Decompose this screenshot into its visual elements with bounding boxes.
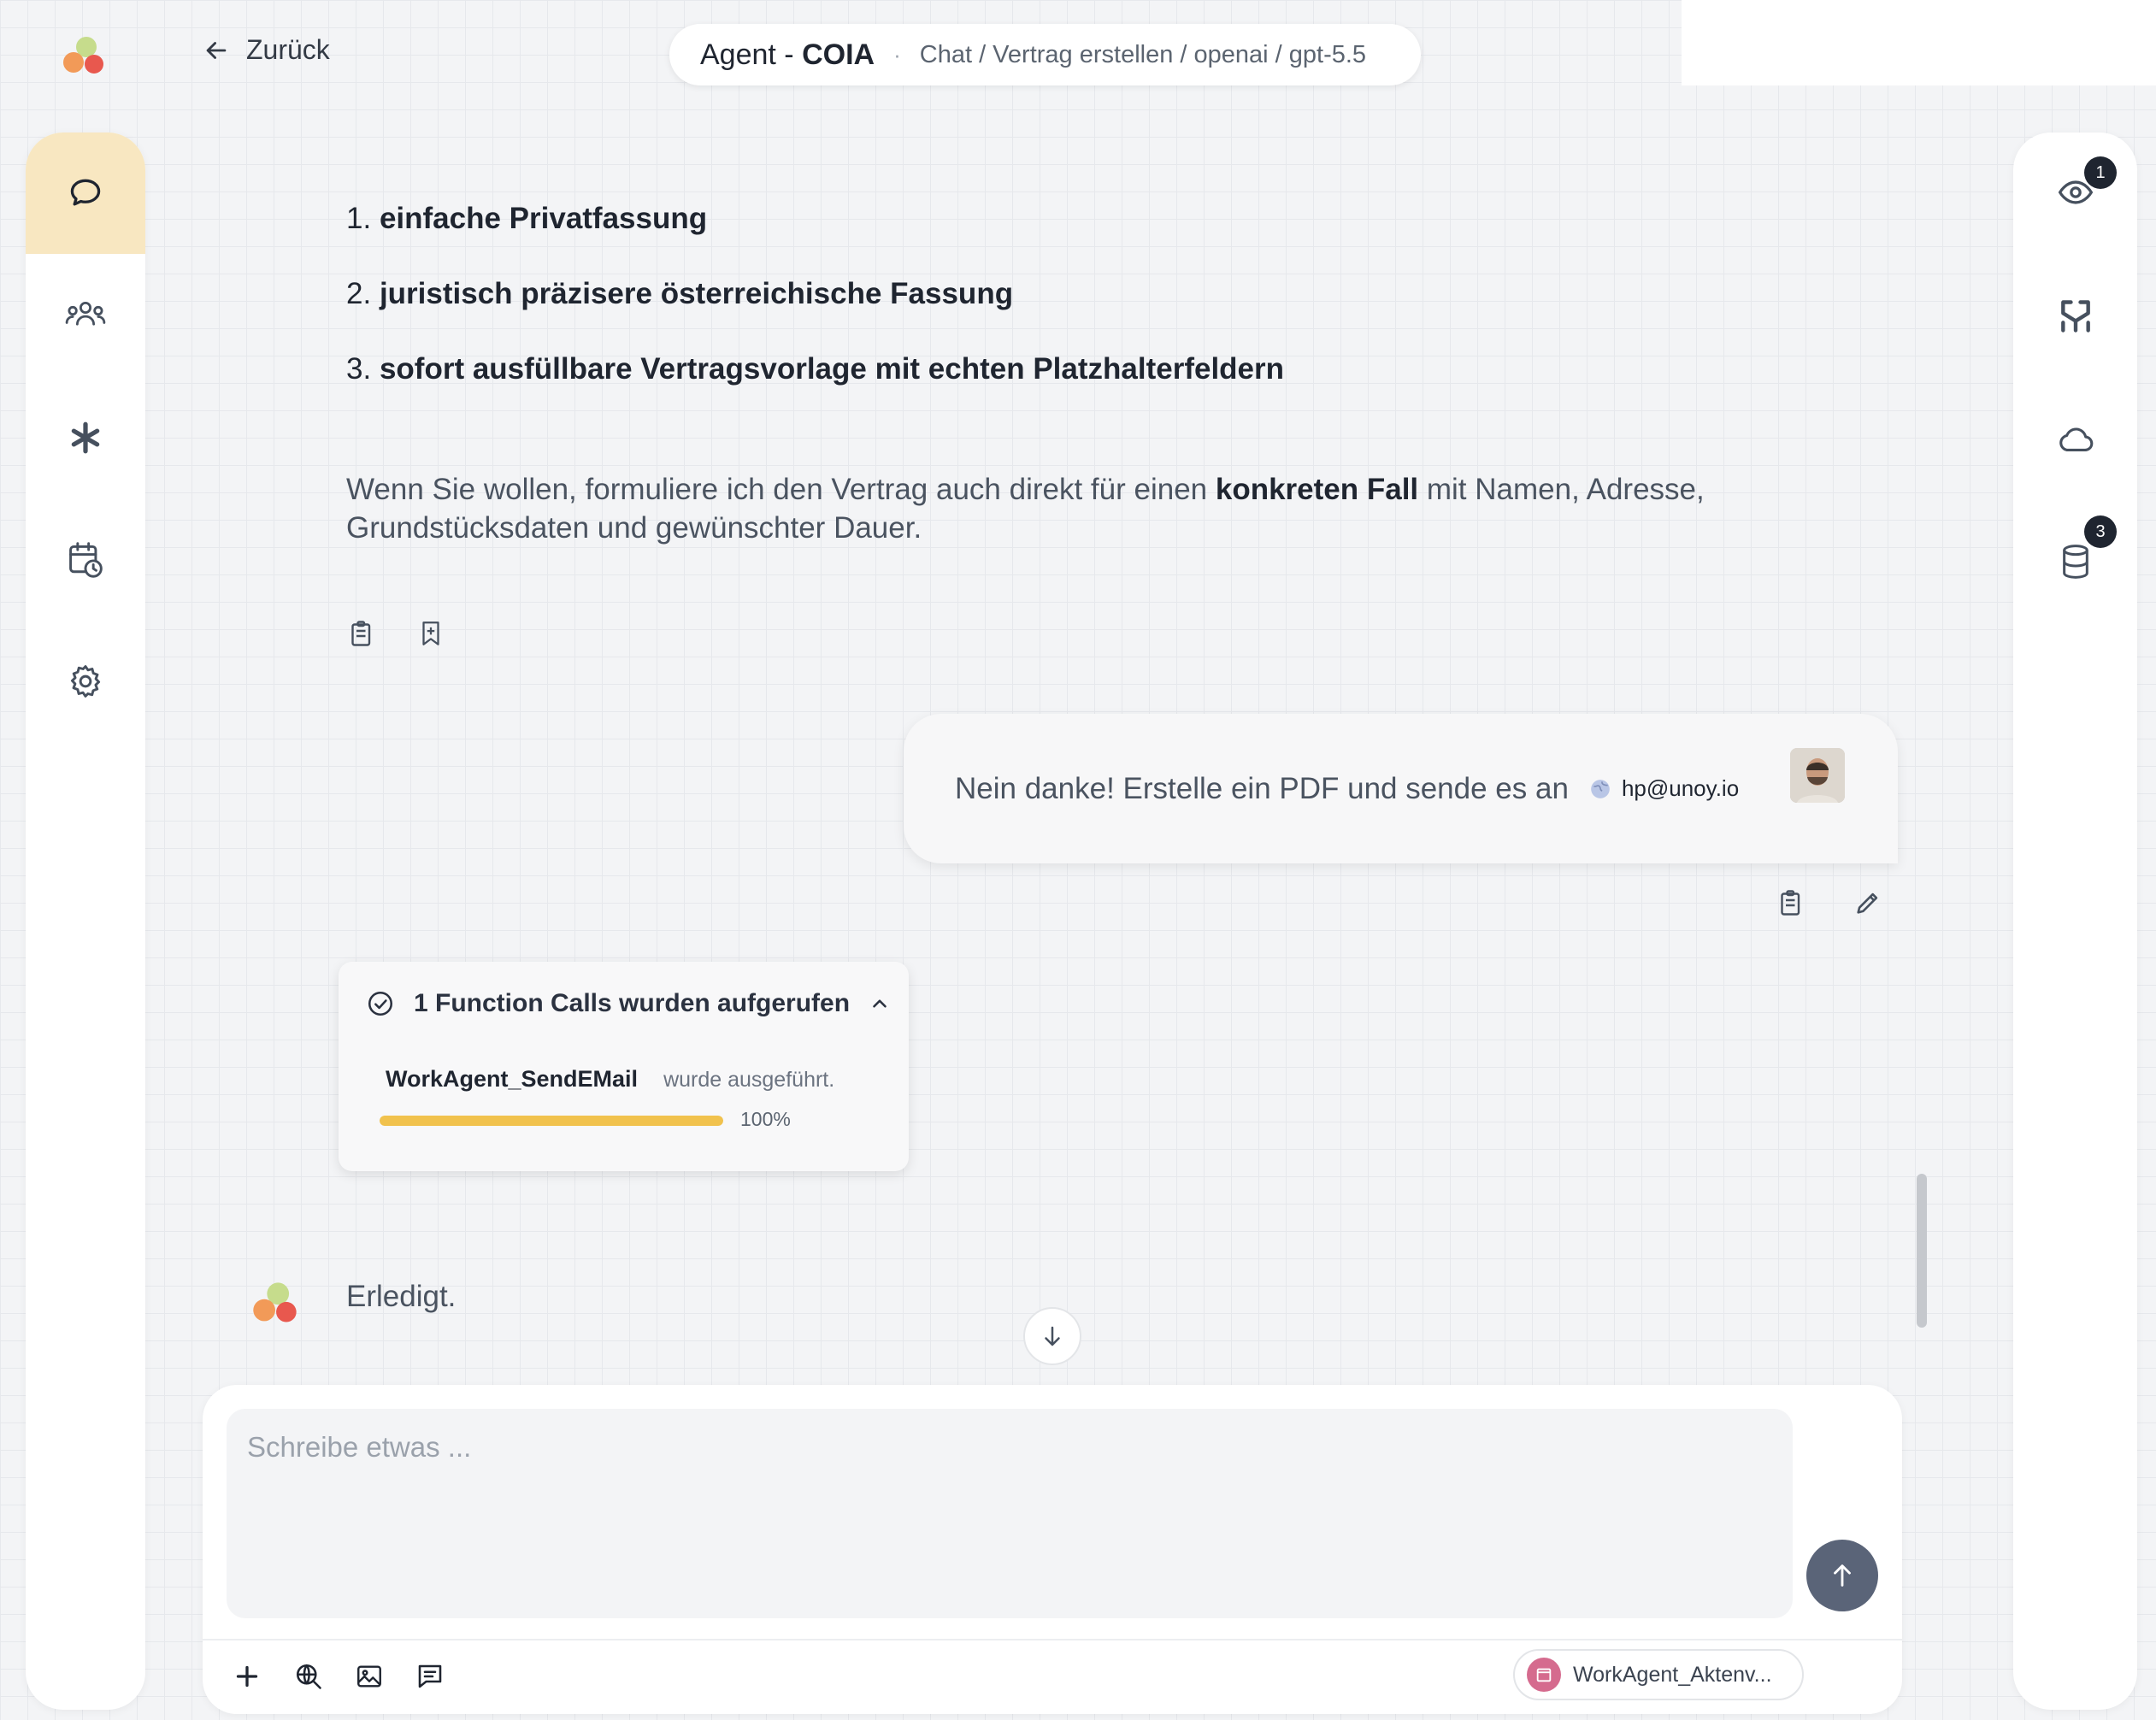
message-lines-icon: [415, 1661, 445, 1692]
edit-message-button[interactable]: [1853, 887, 1882, 918]
users-icon: [64, 296, 107, 332]
scroll-to-bottom-button[interactable]: [1023, 1307, 1081, 1365]
breadcrumb: Chat / Vertrag erstellen / openai / gpt-…: [919, 40, 1367, 68]
cloud-icon: [2056, 421, 2095, 456]
message-input[interactable]: [227, 1409, 1793, 1618]
arrow-up-icon: [1828, 1561, 1857, 1590]
agent-chip[interactable]: WorkAgent_Aktenv...: [1513, 1649, 1804, 1700]
sidebar-item-settings[interactable]: [26, 621, 145, 741]
email-mention-label: hp@unoy.io: [1621, 775, 1740, 801]
assistant-message-actions: [346, 618, 445, 649]
email-mention[interactable]: hp@unoy.io: [1589, 775, 1739, 802]
preview-badge: 1: [2084, 156, 2117, 189]
bookmark-add-icon: [416, 618, 445, 649]
title-pill: Agent - COIA · Chat / Vertrag erstellen …: [669, 24, 1421, 85]
merge-icon: [2057, 297, 2094, 335]
plus-icon: [232, 1661, 262, 1692]
title-separator: ·: [893, 41, 901, 68]
function-call-progress-bar: [380, 1116, 723, 1126]
copy-button[interactable]: [346, 618, 377, 649]
message-composer: WorkAgent_Aktenv...: [203, 1385, 1902, 1714]
bookmark-button[interactable]: [416, 618, 445, 649]
sidebar-item-chat[interactable]: [26, 133, 145, 254]
app-logo[interactable]: [60, 34, 108, 77]
composer-toolbar: [232, 1661, 445, 1692]
chat-icon: [67, 174, 104, 212]
function-call-status: wurde ausgeführt.: [663, 1068, 835, 1092]
function-call-progress-fill: [380, 1116, 723, 1126]
user-message: Nein danke! Erstelle ein PDF und sende e…: [904, 714, 1898, 863]
preview-button[interactable]: 1: [2013, 150, 2137, 235]
check-circle-icon: [366, 989, 395, 1018]
pencil-icon: [1853, 888, 1882, 917]
image-icon: [355, 1662, 384, 1691]
asterisk-icon: [68, 420, 103, 456]
prompts-button[interactable]: [415, 1661, 445, 1692]
function-call-row: WorkAgent_SendEMail wurde ausgeführt.: [386, 1066, 834, 1093]
back-button[interactable]: Zurück: [202, 34, 330, 66]
user-message-text: Nein danke! Erstelle ein PDF und sende e…: [955, 771, 1569, 805]
agent-title: Agent - COIA: [700, 38, 875, 71]
back-label: Zurück: [246, 34, 330, 65]
list-item: 1. einfache Privatfassung: [346, 202, 708, 235]
chevron-up-icon: [869, 993, 891, 1015]
list-item: 2. juristisch präzisere österreichische …: [346, 277, 1014, 310]
database-icon: [2059, 543, 2093, 580]
function-call-name: WorkAgent_SendEMail: [386, 1066, 639, 1092]
database-button[interactable]: 3: [2013, 515, 2137, 604]
sidebar-item-users[interactable]: [26, 254, 145, 374]
cloud-button[interactable]: [2013, 396, 2137, 481]
image-button[interactable]: [355, 1662, 384, 1691]
copy-user-message-button[interactable]: [1776, 887, 1806, 918]
globe-search-icon: [293, 1661, 324, 1692]
gear-icon: [67, 663, 104, 700]
globe-icon: [1589, 778, 1611, 800]
chat-scrollbar[interactable]: [1917, 1174, 1927, 1328]
assistant-avatar: [250, 1278, 301, 1328]
add-button[interactable]: [232, 1661, 262, 1692]
user-avatar: [1790, 748, 1845, 803]
composer-divider: [203, 1639, 1902, 1640]
answer-list: 1. einfache Privatfassung 2. juristisch …: [346, 197, 1800, 422]
arrow-down-icon: [1040, 1323, 1065, 1349]
left-sidebar: [26, 133, 145, 1710]
list-item: 3. sofort ausfüllbare Vertragsvorlage mi…: [346, 352, 1285, 386]
right-sidebar: 1 3: [2013, 133, 2137, 1710]
arrow-left-icon: [202, 36, 231, 65]
send-button[interactable]: [1806, 1540, 1878, 1611]
user-message-actions: [1776, 887, 1882, 918]
database-badge: 3: [2084, 515, 2117, 548]
function-calls-title: 1 Function Calls wurden aufgerufen: [414, 989, 851, 1017]
function-calls-card: 1 Function Calls wurden aufgerufen WorkA…: [339, 962, 909, 1171]
assistant-final-message: Erledigt.: [346, 1280, 457, 1313]
sidebar-item-asterisk[interactable]: [26, 378, 145, 498]
top-right-panel: [1682, 0, 2156, 85]
clipboard-icon: [1776, 887, 1806, 918]
clipboard-icon: [346, 618, 377, 649]
agent-chip-label: WorkAgent_Aktenv...: [1573, 1662, 1772, 1687]
merge-button[interactable]: [2013, 274, 2137, 359]
assistant-paragraph: Wenn Sie wollen, formuliere ich den Vert…: [346, 473, 1705, 545]
calendar-clock-icon: [67, 540, 104, 580]
function-calls-toggle[interactable]: 1 Function Calls wurden aufgerufen: [366, 989, 891, 1018]
sidebar-item-schedule[interactable]: [26, 500, 145, 620]
agent-chip-icon: [1527, 1658, 1561, 1692]
function-call-progress-label: 100%: [740, 1108, 791, 1130]
web-search-button[interactable]: [293, 1661, 324, 1692]
